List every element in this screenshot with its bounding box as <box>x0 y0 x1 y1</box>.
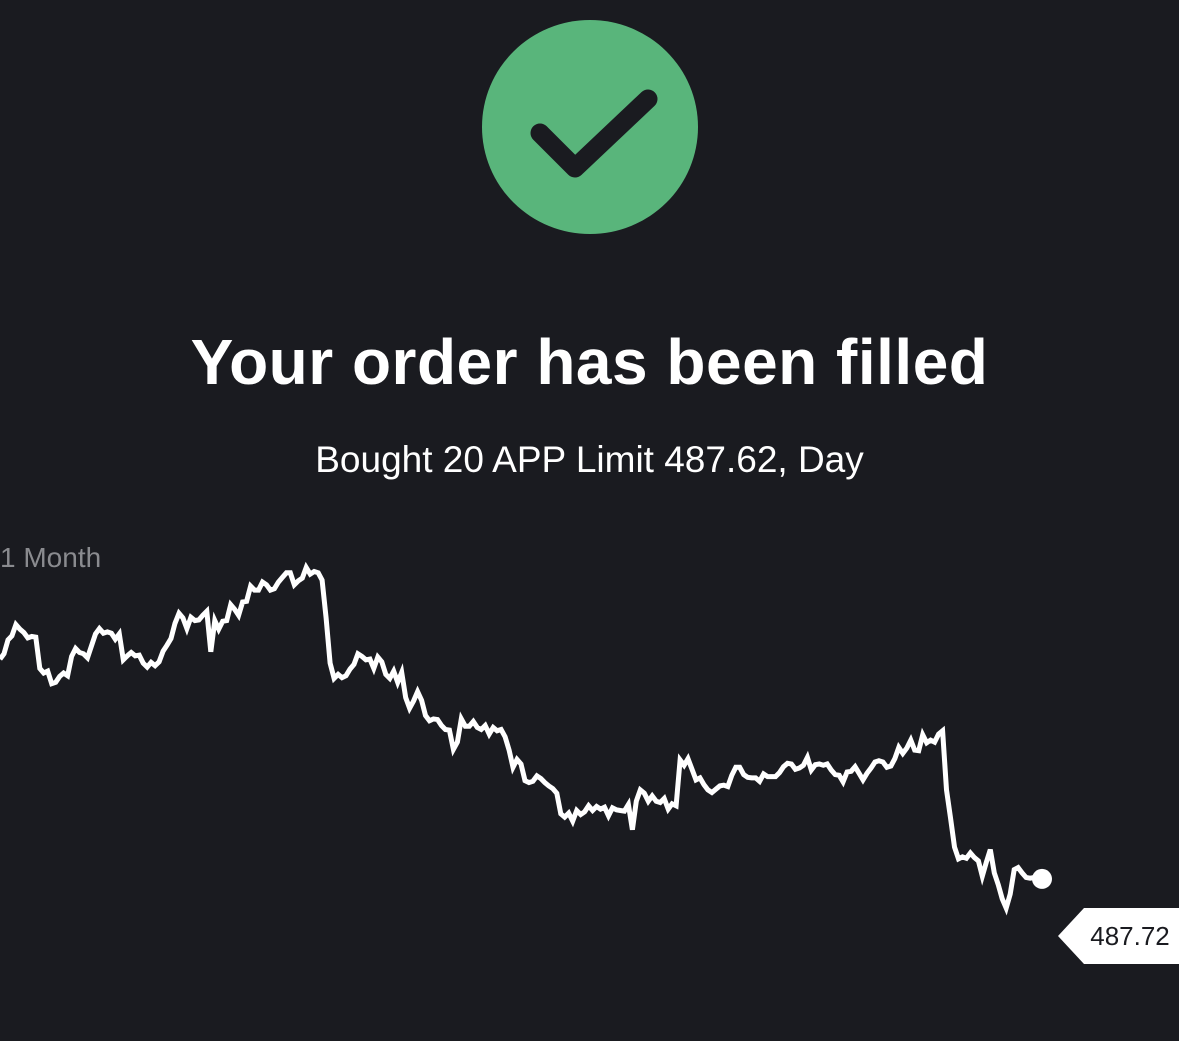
page-title: Your order has been filled <box>190 326 989 398</box>
current-price-tag: 487.72 <box>1058 908 1179 964</box>
check-icon <box>530 89 658 178</box>
order-confirmation-screen: Your order has been filled Bought 20 APP… <box>0 0 1179 1041</box>
order-summary: Bought 20 APP Limit 487.62, Day <box>315 439 864 480</box>
success-badge <box>482 20 698 234</box>
price-line <box>0 561 1043 916</box>
current-price-label: 487.72 <box>1090 921 1170 951</box>
current-price-dot <box>1032 868 1052 889</box>
chart-range-label: 1 Month <box>0 542 102 573</box>
